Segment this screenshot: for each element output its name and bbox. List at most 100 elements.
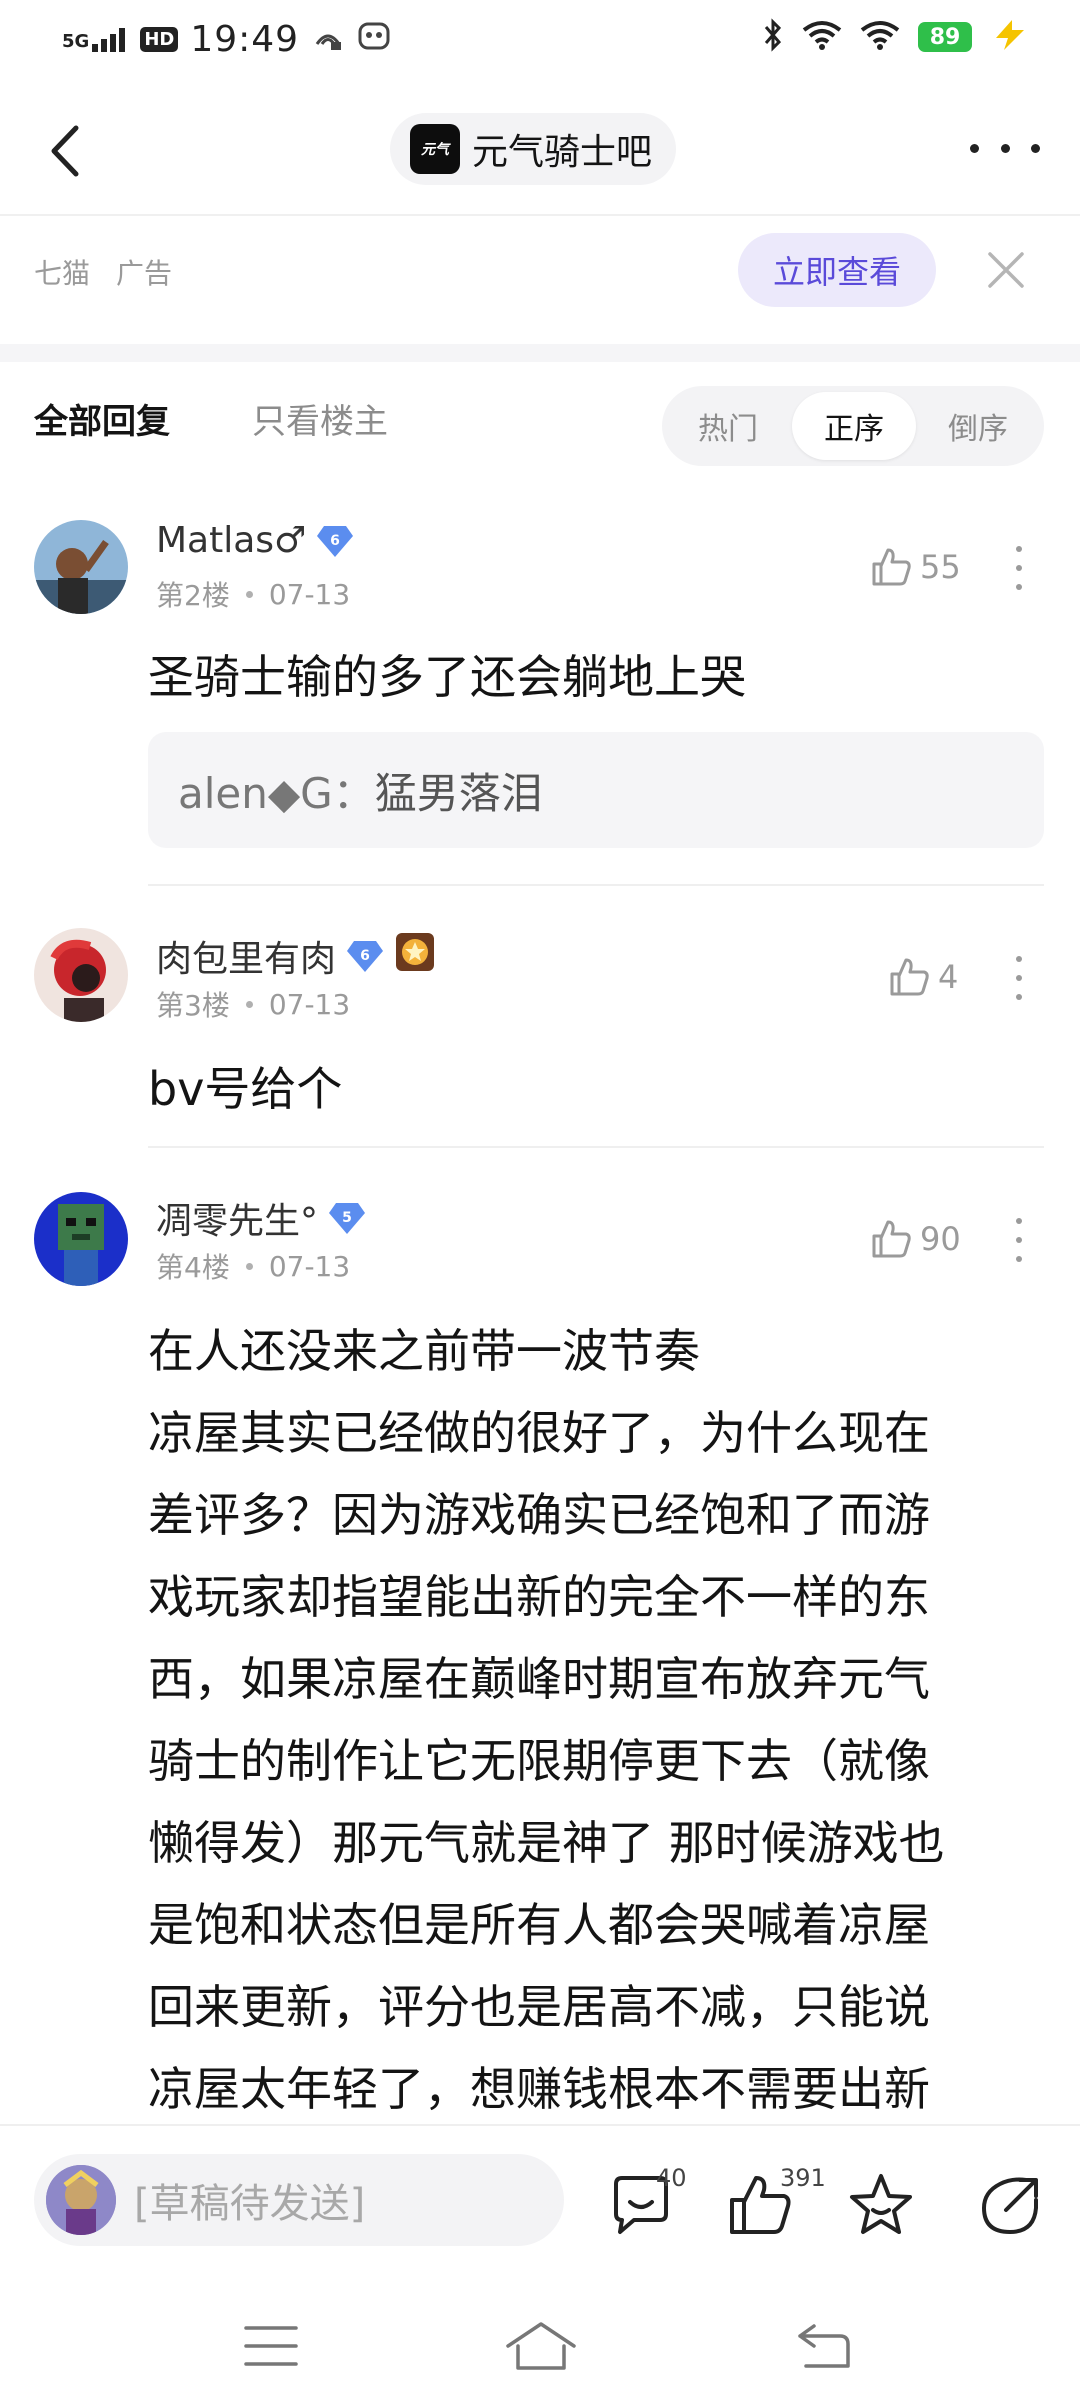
avatar[interactable] bbox=[34, 520, 128, 614]
post-content-line: 是饱和状态但是所有人都会哭喊着凉屋 bbox=[148, 1898, 930, 1952]
post-meta: 第2楼 07-13 bbox=[156, 574, 350, 614]
post-content-line: 凉屋太年轻了，想赚钱根本不需要出新 bbox=[148, 2062, 930, 2116]
ad-view-button[interactable]: 立即查看 bbox=[738, 233, 936, 307]
back-button[interactable] bbox=[40, 118, 90, 184]
ad-label: 七猫 广告 bbox=[34, 252, 172, 292]
thread-like-button[interactable]: 391 bbox=[726, 2164, 826, 2244]
floor-number: 第4楼 bbox=[156, 1251, 230, 1284]
share-button[interactable] bbox=[976, 2170, 1046, 2240]
separator-dot bbox=[245, 1000, 253, 1008]
post-content-line: 骑士的制作让它无限期停更下去（就像 bbox=[148, 1734, 930, 1788]
comment-button[interactable]: 40 bbox=[606, 2164, 690, 2244]
sub-reply[interactable]: alen◆G： 猛男落泪 bbox=[148, 732, 1044, 848]
post-more-button[interactable] bbox=[1014, 956, 1024, 1000]
share-icon bbox=[981, 2177, 1038, 2235]
kebab-dot bbox=[1016, 546, 1022, 552]
section-divider bbox=[0, 344, 1080, 362]
level-number: 6 bbox=[360, 948, 370, 964]
hd-icon: HD bbox=[140, 27, 179, 52]
floor-number: 第2楼 bbox=[156, 579, 230, 612]
more-dot bbox=[1000, 143, 1010, 153]
sort-segmented-control: 热门 正序 倒序 bbox=[662, 386, 1044, 466]
reply-input[interactable]: [草稿待发送] bbox=[34, 2154, 564, 2246]
thumbs-up-icon bbox=[872, 548, 911, 586]
like-button[interactable]: 90 bbox=[870, 1218, 961, 1260]
star-icon bbox=[850, 2174, 912, 2234]
separator-dot bbox=[245, 590, 253, 598]
post-more-button[interactable] bbox=[1014, 1218, 1024, 1262]
divider bbox=[148, 1146, 1044, 1148]
tab-all-replies[interactable]: 全部回复 bbox=[34, 394, 170, 443]
ad-source: 七猫 bbox=[34, 257, 91, 290]
sort-ascending[interactable]: 正序 bbox=[792, 392, 916, 460]
avatar[interactable] bbox=[34, 1192, 128, 1286]
thumbs-up-icon bbox=[872, 1220, 911, 1258]
system-navigation-bar bbox=[0, 2290, 1080, 2400]
charging-icon bbox=[990, 18, 1030, 56]
post-content: 圣骑士输的多了还会躺地上哭 bbox=[148, 650, 746, 704]
comment-count: 40 bbox=[656, 2164, 687, 2192]
battery-icon: 89 bbox=[918, 22, 972, 52]
level-number: 6 bbox=[330, 533, 340, 549]
post-more-button[interactable] bbox=[1014, 546, 1024, 590]
like-count: 391 bbox=[780, 2164, 826, 2192]
signal-icon: 5G bbox=[62, 27, 128, 52]
like-count: 4 bbox=[938, 958, 959, 996]
back-nav-icon[interactable] bbox=[796, 2322, 852, 2370]
post-content-line: 凉屋其实已经做的很好了，为什么现在 bbox=[148, 1406, 930, 1460]
sub-reply-user: alen◆G： bbox=[178, 768, 375, 818]
kebab-dot bbox=[1016, 994, 1022, 1000]
more-options-button[interactable] bbox=[970, 128, 1040, 168]
like-count: 55 bbox=[920, 548, 961, 586]
username[interactable]: 凋零先生° 5 bbox=[156, 1192, 366, 1244]
home-icon[interactable] bbox=[504, 2320, 578, 2372]
bluetooth-icon bbox=[762, 18, 784, 56]
forum-title-pill[interactable]: 元气 元气骑士吧 bbox=[390, 113, 677, 185]
kebab-dot bbox=[1016, 565, 1022, 571]
like-button[interactable]: 4 bbox=[888, 956, 958, 998]
user-avatar bbox=[46, 2165, 116, 2235]
sub-reply-text: 猛男落泪 bbox=[374, 768, 543, 818]
kebab-dot bbox=[1016, 1218, 1022, 1224]
username-text: 肉包里有肉 bbox=[156, 939, 337, 980]
thumbs-up-icon bbox=[890, 958, 929, 996]
level-badge: 6 bbox=[346, 939, 384, 973]
more-dot bbox=[1031, 143, 1040, 153]
tab-owner-only[interactable]: 只看楼主 bbox=[252, 394, 388, 443]
post-content-line: 差评多？因为游戏确实已经饱和了而游 bbox=[148, 1488, 930, 1542]
post-content-line: 懒得发）那元气就是神了 那时候游戏也 bbox=[148, 1816, 945, 1870]
post-content-line: 戏玩家却指望能出新的完全不一样的东 bbox=[148, 1570, 930, 1624]
username[interactable]: Matlas♂ 6 bbox=[156, 520, 354, 561]
username-text: 凋零先生° bbox=[156, 1201, 319, 1242]
wifi-signal-icon bbox=[802, 20, 842, 54]
post-date: 07-13 bbox=[268, 987, 351, 1021]
kebab-dot bbox=[1016, 956, 1022, 962]
post-content-line: 回来更新，评分也是居高不减，只能说 bbox=[148, 1980, 930, 2034]
forum-name: 元气骑士吧 bbox=[472, 132, 653, 173]
separator-dot bbox=[245, 1262, 253, 1270]
like-button[interactable]: 55 bbox=[870, 546, 961, 588]
avatar[interactable] bbox=[34, 928, 128, 1022]
ad-tag: 广告 bbox=[116, 257, 173, 290]
close-icon bbox=[988, 252, 1024, 288]
medal-icon bbox=[394, 931, 436, 982]
sort-hot[interactable]: 热门 bbox=[666, 392, 790, 460]
ad-close-button[interactable] bbox=[984, 248, 1028, 292]
chevron-left-icon bbox=[51, 125, 79, 177]
favorite-button[interactable] bbox=[846, 2170, 916, 2240]
floor-number: 第3楼 bbox=[156, 989, 230, 1022]
post-content-line: 西，如果凉屋在巅峰时期宣布放弃元气 bbox=[148, 1652, 930, 1706]
divider bbox=[0, 214, 1080, 216]
username-text: Matlas♂ bbox=[156, 520, 307, 561]
like-count: 90 bbox=[920, 1220, 961, 1258]
forum-logo: 元气 bbox=[410, 124, 460, 174]
menu-icon[interactable] bbox=[244, 2324, 298, 2368]
username[interactable]: 肉包里有肉 6 bbox=[156, 930, 436, 982]
divider bbox=[148, 884, 1044, 886]
sort-descending[interactable]: 倒序 bbox=[916, 392, 1040, 460]
post-content: 在人还没来之前带一波节奏 凉屋其实已经做的很好了，为什么现在 差评多？因为游戏确… bbox=[148, 1310, 1048, 2130]
post-content-line: 在人还没来之前带一波节奏 bbox=[148, 1324, 700, 1378]
kebab-dot bbox=[1016, 1256, 1022, 1262]
app-notification-icon bbox=[357, 18, 391, 61]
kebab-dot bbox=[1016, 584, 1022, 590]
